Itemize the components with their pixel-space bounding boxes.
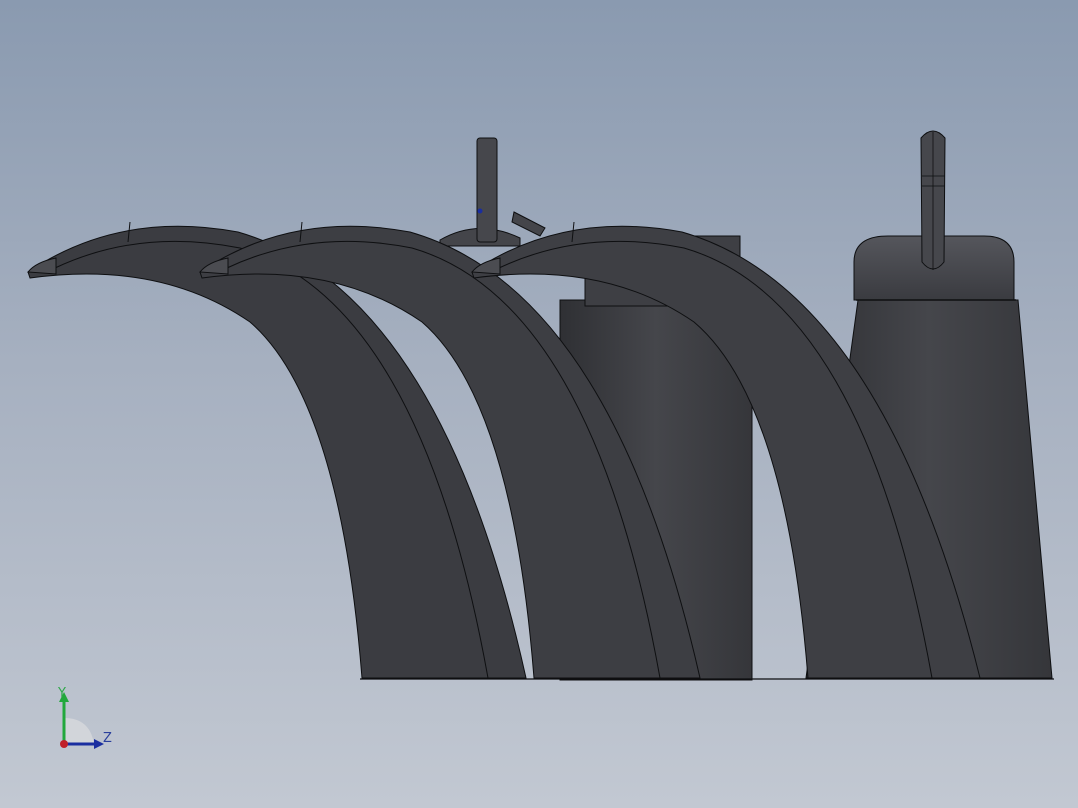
y-axis-label: Y [58, 686, 66, 701]
graphics-viewport[interactable]: Y Z [0, 0, 1078, 808]
reference-triad[interactable]: Y Z [50, 684, 120, 754]
faucet-assembly-model[interactable] [0, 0, 1078, 808]
z-axis-label: Z [103, 731, 112, 746]
